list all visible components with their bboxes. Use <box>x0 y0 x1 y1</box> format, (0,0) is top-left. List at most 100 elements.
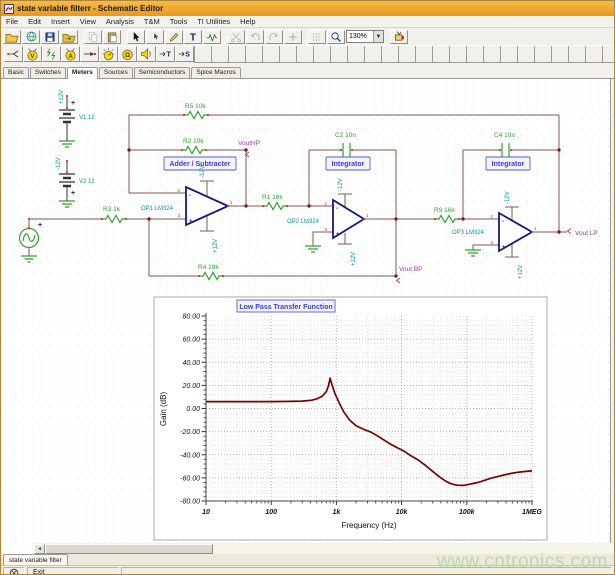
tab-switches[interactable]: Switches <box>30 67 66 78</box>
resistor-r1[interactable]: R1 16k <box>262 194 288 210</box>
battery-v2[interactable]: -12V V2 12 + <box>56 157 95 201</box>
tab-sources[interactable]: Sources <box>99 67 133 78</box>
svg-text:VoutHP: VoutHP <box>238 140 260 147</box>
resistor-r9[interactable]: R9 16k <box>434 207 460 223</box>
magnifier-icon <box>330 31 342 43</box>
ground-source[interactable] <box>21 256 37 262</box>
net-vouthp[interactable]: VoutHP <box>238 140 260 157</box>
menu-tools[interactable]: Tools <box>165 16 193 27</box>
plus-icon <box>287 31 299 43</box>
grid-toggle-button[interactable] <box>308 30 326 44</box>
menu-help[interactable]: Help <box>235 16 260 27</box>
opamp-op1[interactable]: -12V +12V - + 2 3 1 OP1 LM324 <box>141 165 233 253</box>
svg-text:-: - <box>189 193 191 199</box>
transfer-function-chart[interactable]: 80.0060.0040.0020.000.00-20.00-40.00-60.… <box>154 297 547 540</box>
scrollbar-thumb[interactable] <box>45 544 213 554</box>
svg-text:S: S <box>185 52 190 59</box>
chevron-down-icon[interactable]: ▼ <box>373 31 383 42</box>
net-voutlp[interactable]: Vout LP <box>568 229 598 238</box>
block-integrator-2[interactable]: Integrator <box>486 157 530 170</box>
resistor-r4[interactable]: R4 19k <box>198 264 224 280</box>
open-web-button[interactable] <box>22 30 40 44</box>
block-integrator-1[interactable]: Integrator <box>326 157 370 170</box>
opamp-op3[interactable]: -12V +12V - + 2 3 1 OP3 LM324 <box>452 191 537 279</box>
last-component-button[interactable] <box>146 30 164 44</box>
status-exit-cell: Exit <box>27 567 119 575</box>
open-recent-button[interactable] <box>60 30 78 44</box>
draw-wire-button[interactable] <box>165 30 183 44</box>
svg-text:R9 16k: R9 16k <box>434 207 455 214</box>
wattmeter-button[interactable] <box>99 46 118 62</box>
ground-op3[interactable] <box>465 250 481 256</box>
open-folder-icon <box>5 31 19 43</box>
paste-button[interactable] <box>103 30 121 44</box>
current-arrow-button[interactable] <box>80 46 99 62</box>
select-cursor-button[interactable] <box>127 30 145 44</box>
wattmeter-icon <box>101 47 116 61</box>
save-button[interactable] <box>41 30 59 44</box>
interactive-mode-button[interactable] <box>390 30 408 44</box>
voltage-pin-button[interactable] <box>4 46 23 62</box>
undo-button[interactable] <box>246 30 264 44</box>
doc-tab-state-variable-filter[interactable]: state variable filter <box>3 554 68 565</box>
ground-v1[interactable] <box>59 141 75 147</box>
voltage-generator[interactable]: + <box>20 218 43 256</box>
svg-text:OP1 LM324: OP1 LM324 <box>141 206 174 212</box>
svg-text:1: 1 <box>230 200 233 205</box>
text-tool-button[interactable]: T <box>184 30 202 44</box>
y-axis-label: Gain (dB) <box>159 392 168 427</box>
cut-button[interactable] <box>227 30 245 44</box>
ground-op2[interactable] <box>305 246 321 252</box>
menu-view[interactable]: View <box>75 16 101 27</box>
y-tick-label: -20.00 <box>180 429 200 436</box>
loudspeaker-icon <box>139 47 154 61</box>
loudspeaker-button[interactable] <box>137 46 156 62</box>
symbol-tool-button[interactable] <box>203 30 221 44</box>
net-voutbp[interactable]: Vout BP <box>397 266 423 283</box>
ammeter-button[interactable]: A <box>61 46 80 62</box>
menu-tm[interactable]: T&M <box>139 16 165 27</box>
title-bar: state variable filterr - Schematic Edito… <box>1 1 614 16</box>
voltmeter-button[interactable]: V <box>23 46 42 62</box>
paste-icon <box>106 31 118 43</box>
scroll-left-button[interactable]: ◄ <box>34 544 45 554</box>
tab-semiconductors[interactable]: Semiconductors <box>134 67 191 78</box>
svg-text:+12V: +12V <box>59 90 65 104</box>
ohmmeter-button[interactable]: Ω <box>118 46 137 62</box>
svg-text:T: T <box>166 52 171 59</box>
add-button[interactable] <box>284 30 302 44</box>
tab-meters[interactable]: Meters <box>67 67 98 79</box>
resistor-r2[interactable]: R2 10k <box>181 138 207 154</box>
ground-v2[interactable] <box>59 201 75 207</box>
schematic-canvas[interactable]: +12V + V1 12 -12V V2 12 + + <box>1 79 611 543</box>
tab-spice-macros[interactable]: Spice Macros <box>191 67 240 78</box>
menu-edit[interactable]: Edit <box>23 16 46 27</box>
menu-file[interactable]: File <box>1 16 23 27</box>
open-file-button[interactable] <box>3 30 21 44</box>
capacitor-c2[interactable]: C2 10n <box>335 132 356 157</box>
zoom-level-combobox[interactable]: 130% ▼ <box>346 30 384 43</box>
x-tick-label: 100 <box>265 509 277 516</box>
oscilloscope-button[interactable]: T <box>156 46 175 62</box>
tab-basic[interactable]: Basic <box>3 67 29 78</box>
menu-insert[interactable]: Insert <box>46 16 75 27</box>
redo-button[interactable] <box>265 30 283 44</box>
menu-analysis[interactable]: Analysis <box>101 16 139 27</box>
watermark: www.cntronics.com <box>437 551 608 573</box>
window-title: state variable filterr - Schematic Edito… <box>17 4 163 13</box>
resistor-r5[interactable]: R5 10k <box>183 103 209 119</box>
zoom-tool-button[interactable] <box>327 30 345 44</box>
svg-text:V2 12: V2 12 <box>79 179 95 185</box>
capacitor-c4[interactable]: C4 10n <box>494 132 515 157</box>
resistor-r3[interactable]: R3 1k <box>101 206 127 223</box>
battery-v1[interactable]: +12V + V1 12 <box>59 90 95 141</box>
svg-text:1: 1 <box>534 226 537 231</box>
svg-text:-12V: -12V <box>505 191 511 204</box>
copy-button[interactable] <box>84 30 102 44</box>
signal-analyzer-button[interactable]: S <box>175 46 194 62</box>
opamp-op2[interactable]: -12V +12V - + 2 3 1 OP2 LM324 <box>287 178 369 266</box>
svg-text:-12V: -12V <box>200 165 206 178</box>
meter-arrows-button[interactable] <box>42 46 61 62</box>
y-tick-label: 80.00 <box>182 314 200 321</box>
menu-ti-utilities[interactable]: TI Utilities <box>192 16 235 27</box>
